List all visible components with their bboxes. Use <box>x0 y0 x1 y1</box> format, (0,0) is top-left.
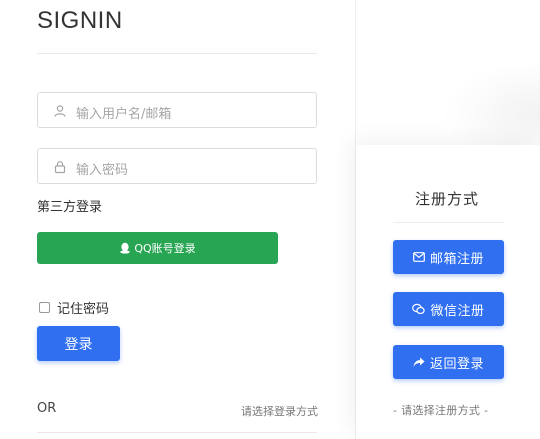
back-to-login-label: 返回登录 <box>429 356 484 372</box>
lock-icon <box>53 159 67 174</box>
share-arrow-icon <box>413 357 425 367</box>
user-icon <box>53 103 67 117</box>
remember-label: 记住密码 <box>57 302 110 317</box>
qq-login-label: QQ账号登录 <box>134 242 196 255</box>
email-register-label: 邮箱注册 <box>429 251 484 267</box>
remember-password[interactable]: 记住密码 <box>39 298 109 317</box>
wechat-register-button[interactable]: 微信注册 <box>393 292 504 326</box>
or-text: OR <box>37 401 57 416</box>
title-divider <box>37 53 317 54</box>
mail-icon <box>413 252 425 262</box>
wechat-icon <box>412 303 426 315</box>
wechat-register-label: 微信注册 <box>430 303 485 319</box>
password-input[interactable]: 输入密码 <box>37 148 317 184</box>
username-placeholder: 输入用户名/邮箱 <box>76 107 172 122</box>
remember-checkbox[interactable] <box>39 302 50 313</box>
qq-login-button[interactable]: QQ账号登录 <box>37 232 278 264</box>
choose-login-method[interactable]: 请选择登录方式 <box>241 403 318 419</box>
back-to-login-button[interactable]: 返回登录 <box>393 345 504 379</box>
signin-title: SIGNIN <box>37 7 123 34</box>
bottom-divider <box>37 432 317 433</box>
register-title: 注册方式 <box>415 190 480 208</box>
email-register-button[interactable]: 邮箱注册 <box>393 240 504 274</box>
third-party-label: 第三方登录 <box>37 200 103 215</box>
register-divider <box>393 222 504 223</box>
card-shadow <box>440 60 540 150</box>
qq-icon <box>120 242 131 254</box>
register-footer: - 请选择注册方式 - <box>393 404 489 417</box>
password-placeholder: 输入密码 <box>76 163 129 178</box>
signin-panel: SIGNIN 输入用户名/邮箱 输入密码 第三方登录 QQ账号登录 记住密码 登… <box>0 0 355 439</box>
login-button[interactable]: 登录 <box>37 326 120 361</box>
username-input[interactable]: 输入用户名/邮箱 <box>37 92 317 128</box>
